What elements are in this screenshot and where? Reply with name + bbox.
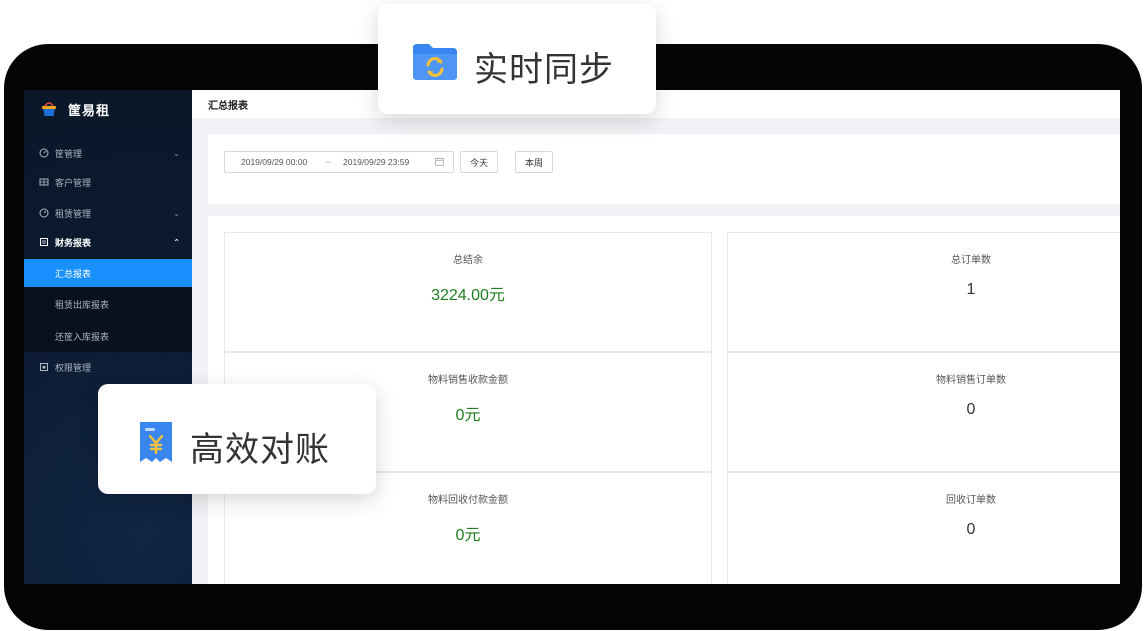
efficient-reconcile-badge: 高效对账 bbox=[98, 384, 376, 494]
sidebar-item-label: 筐管理 bbox=[55, 148, 83, 159]
sidebar-item-rental-management[interactable]: 租赁管理 ⌄ bbox=[24, 198, 192, 228]
sidebar-item-label: 财务报表 bbox=[55, 237, 92, 248]
badge-text: 实时同步 bbox=[474, 51, 614, 89]
stat-value: 3224.00元 bbox=[431, 287, 505, 304]
calendar-icon bbox=[435, 157, 444, 166]
lock-box-icon bbox=[40, 363, 48, 371]
folder-sync-icon bbox=[413, 44, 457, 80]
badge-text: 高效对账 bbox=[190, 431, 330, 469]
sidebar-item-label: 权限管理 bbox=[55, 362, 92, 373]
stat-label: 回收订单数 bbox=[946, 495, 996, 506]
sidebar-item-label: 租赁管理 bbox=[55, 208, 92, 219]
stat-recycle-orders: 回收订单数 0 bbox=[727, 472, 1120, 584]
chevron-down-icon: ⌄ bbox=[173, 148, 180, 158]
report-icon bbox=[40, 238, 48, 246]
stat-label: 总订单数 bbox=[951, 255, 991, 266]
chevron-up-icon: ⌃ bbox=[173, 237, 180, 247]
submenu-item-label: 汇总报表 bbox=[55, 268, 92, 279]
start-date: 2019/09/29 00:00 bbox=[241, 157, 308, 167]
stat-label: 物料销售订单数 bbox=[936, 375, 1006, 386]
stat-value: 0元 bbox=[455, 527, 481, 544]
stat-label: 总结余 bbox=[453, 255, 483, 266]
grid-icon bbox=[39, 178, 49, 186]
this-week-button[interactable]: 本周 bbox=[515, 151, 554, 173]
today-button[interactable]: 今天 bbox=[460, 151, 499, 173]
stat-value: 0 bbox=[966, 521, 976, 538]
page-title: 汇总报表 bbox=[208, 101, 248, 112]
sidebar-item-customer-management[interactable]: 客户管理 bbox=[24, 167, 192, 197]
filter-card: 2019/09/29 00:00 ~ 2019/09/29 23:59 今天 本… bbox=[208, 134, 1120, 204]
stat-value: 1 bbox=[966, 281, 976, 298]
submenu-item-rental-outbound-report[interactable]: 租赁出库报表 bbox=[24, 290, 192, 318]
sidebar-item-finance-reports[interactable]: 财务报表 ⌃ bbox=[24, 227, 192, 257]
receipt-yen-icon bbox=[140, 422, 172, 462]
submenu-item-label: 还筐入库报表 bbox=[55, 331, 110, 342]
sidebar-item-permission-management[interactable]: 权限管理 bbox=[24, 352, 192, 382]
sidebar-item-basket-management[interactable]: 筐管理 ⌄ bbox=[24, 138, 192, 168]
stat-material-sales-orders: 物料销售订单数 0 bbox=[727, 352, 1120, 472]
submenu-item-summary-report[interactable]: 汇总报表 bbox=[24, 259, 192, 287]
date-range-picker[interactable]: 2019/09/29 00:00 ~ 2019/09/29 23:59 bbox=[224, 151, 454, 173]
submenu-item-return-inbound-report[interactable]: 还筐入库报表 bbox=[24, 322, 192, 350]
sidebar-item-label: 客户管理 bbox=[55, 177, 92, 188]
stat-value: 0 bbox=[966, 401, 976, 418]
brand-name: 筐易租 bbox=[68, 102, 111, 118]
app-screen: 筐易租 筐管理 ⌄ 客户管理 租赁管理 ⌄ 财务报表 ⌃ 汇总报表 租赁出库报表 bbox=[24, 90, 1120, 584]
chevron-down-icon: ⌄ bbox=[173, 208, 180, 218]
end-date: 2019/09/29 23:59 bbox=[343, 157, 410, 167]
basket-icon bbox=[42, 102, 56, 116]
top-bar: 汇总报表 bbox=[192, 90, 1120, 118]
gauge-icon bbox=[39, 208, 49, 218]
sidebar: 筐易租 筐管理 ⌄ 客户管理 租赁管理 ⌄ 财务报表 ⌃ 汇总报表 租赁出库报表 bbox=[24, 90, 192, 584]
stat-total-orders: 总订单数 1 bbox=[727, 232, 1120, 352]
realtime-sync-badge: 实时同步 bbox=[378, 4, 656, 114]
submenu-item-label: 租赁出库报表 bbox=[55, 299, 110, 310]
range-separator: ~ bbox=[326, 157, 331, 167]
stat-total-balance: 总结余 3224.00元 bbox=[224, 232, 712, 352]
brand-logo[interactable]: 筐易租 bbox=[40, 98, 110, 120]
gauge-icon bbox=[39, 148, 49, 158]
